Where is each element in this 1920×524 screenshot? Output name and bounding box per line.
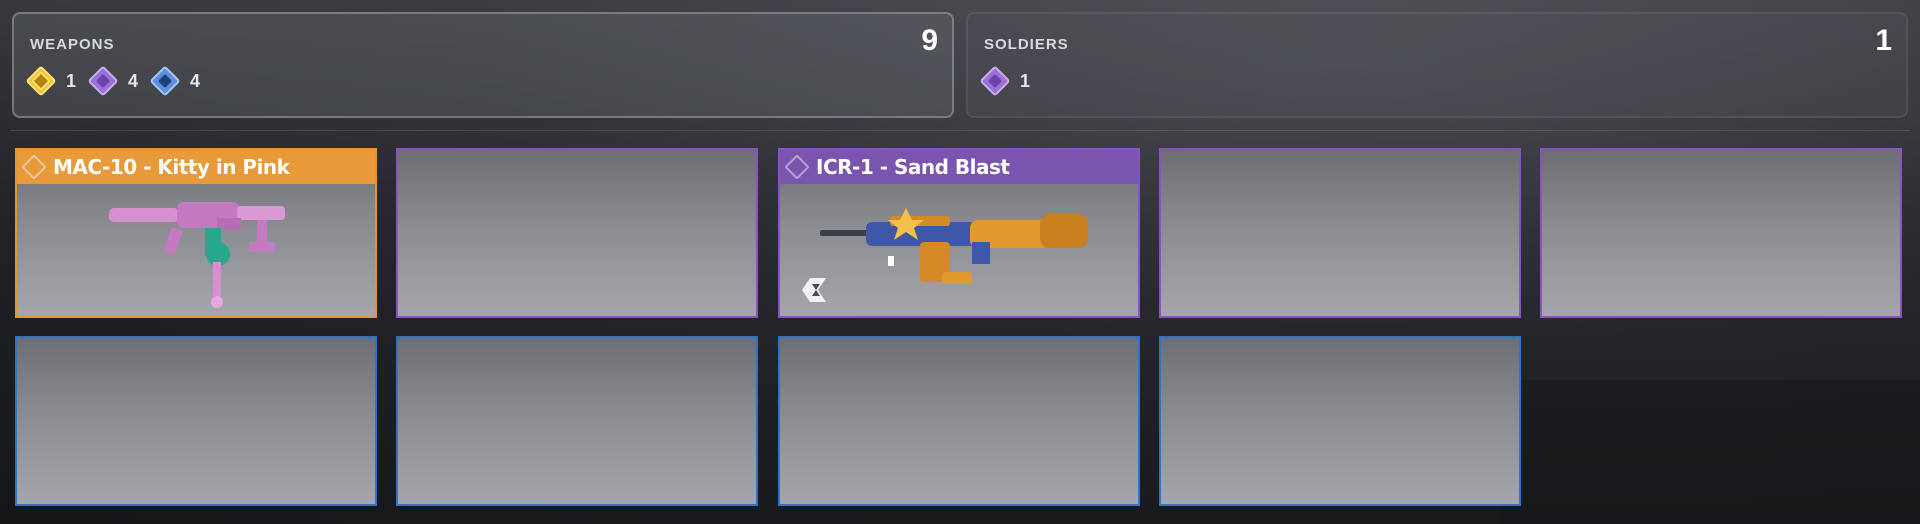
soldiers-rarity-summary: 1: [979, 65, 1046, 97]
weapon-slot-header: ICR-1 - Sand Blast: [780, 150, 1138, 184]
weapons-count: 9: [921, 24, 938, 57]
rarity-count: 4: [190, 70, 201, 91]
purple-rarity-icon: [87, 65, 119, 97]
divider: [10, 130, 1910, 131]
blue-rarity-icon: [149, 65, 181, 97]
rarity-gold: 1: [25, 65, 77, 97]
weapon-slot-8[interactable]: [778, 336, 1140, 506]
purple-rarity-icon: [979, 65, 1011, 97]
purple-rarity-icon: [784, 154, 810, 180]
icr1-sand-blast-weapon-icon: [820, 208, 1088, 284]
soldiers-title: SOLDIERS: [984, 36, 1069, 53]
mac10-pink-weapon-icon: [109, 202, 285, 308]
rarity-count: 1: [66, 70, 77, 91]
weapon-slot-3[interactable]: ICR-1 - Sand Blast: [778, 148, 1140, 318]
weapon-slot-7[interactable]: [396, 336, 758, 506]
rarity-count: 4: [128, 70, 139, 91]
weapon-name: MAC-10 - Kitty in Pink: [53, 155, 290, 179]
weapons-panel[interactable]: WEAPONS 9 1 4 4: [12, 12, 954, 118]
rarity-blue: 4: [149, 65, 201, 97]
weapons-rarity-summary: 1 4 4: [25, 65, 216, 97]
weapon-slot-5[interactable]: [1540, 148, 1902, 318]
weapon-name: ICR-1 - Sand Blast: [816, 155, 1010, 179]
mastery-badge-icon: [802, 278, 826, 302]
soldiers-panel[interactable]: SOLDIERS 1 1: [966, 12, 1908, 118]
weapons-title: WEAPONS: [30, 36, 115, 53]
weapon-slot-1[interactable]: MAC-10 - Kitty in Pink: [15, 148, 377, 318]
weapon-slot-header: MAC-10 - Kitty in Pink: [17, 150, 375, 184]
soldiers-count: 1: [1875, 24, 1892, 57]
rarity-count: 1: [1020, 70, 1031, 91]
background-scenery: [1500, 380, 1920, 524]
rarity-purple: 1: [979, 65, 1031, 97]
weapon-slot-4[interactable]: [1159, 148, 1521, 318]
gold-rarity-icon: [21, 154, 47, 180]
weapon-slot-9[interactable]: [1159, 336, 1521, 506]
weapon-slot-6[interactable]: [15, 336, 377, 506]
gold-rarity-icon: [25, 65, 57, 97]
weapon-slot-2[interactable]: [396, 148, 758, 318]
rarity-purple: 4: [87, 65, 139, 97]
